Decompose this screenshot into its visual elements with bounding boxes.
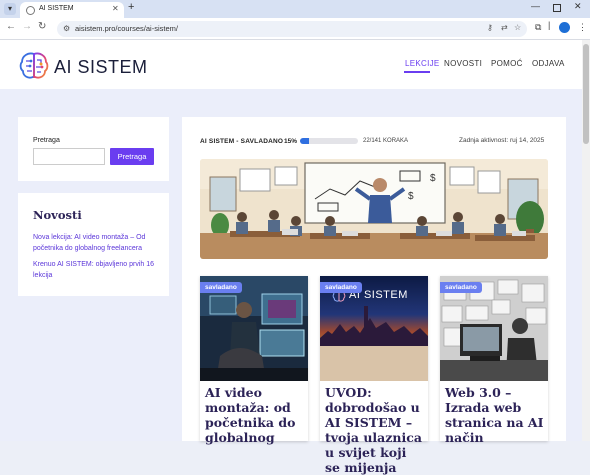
browser-menu-icon[interactable]: ⋮	[578, 22, 587, 33]
bookmark-star-icon[interactable]: ☆	[514, 23, 521, 32]
news-title: Novosti	[33, 208, 82, 222]
back-icon[interactable]: ←	[6, 21, 16, 32]
course-progress-label: AI SISTEM - SAVLADANO	[200, 138, 284, 145]
url-text[interactable]: aisistem.pro/courses/ai-sistem/	[75, 24, 178, 33]
active-menu-underline	[404, 71, 430, 73]
extensions-icon[interactable]: ⧉	[535, 22, 541, 33]
key-icon[interactable]: ⚷	[487, 23, 493, 32]
browser-toolbar: ← → ↻ ⚙ aisistem.pro/courses/ai-sistem/ …	[0, 18, 590, 40]
last-activity: Zadnja aktivnost: ruj 14, 2025	[459, 137, 545, 144]
svg-text:$: $	[408, 191, 414, 202]
progress-steps: 22/141 KORAKA	[363, 138, 409, 144]
lesson-card-title[interactable]: Web 3.0 – Izrada web stranica na AI nači…	[445, 385, 545, 445]
news-link[interactable]: Nova lekcija: AI video montaža – Od poče…	[33, 233, 163, 254]
svg-text:$: $	[430, 173, 436, 184]
divider-icon: |	[548, 20, 551, 30]
reload-icon[interactable]: ↻	[38, 21, 46, 32]
search-label: Pretraga	[33, 137, 60, 144]
site-info-icon[interactable]: ⚙	[63, 24, 70, 33]
search-button[interactable]: Pretraga	[110, 148, 154, 165]
minimize-icon[interactable]: —	[531, 1, 540, 11]
menu-pomoc[interactable]: POMOĆ	[491, 59, 523, 68]
progress-bar	[300, 138, 358, 144]
progress-percent: 15%	[284, 138, 298, 145]
completed-badge: savladano	[200, 282, 242, 293]
new-tab-icon[interactable]: +	[128, 1, 134, 13]
site-header: AI SISTEM LEKCIJE NOVOSTI POMOĆ ODJAVA	[0, 40, 582, 89]
maximize-icon[interactable]	[553, 4, 561, 12]
lesson-card-title[interactable]: UVOD: dobrodošao u AI SISTEM – tvoja ula…	[325, 385, 425, 475]
menu-novosti[interactable]: NOVOSTI	[444, 59, 482, 68]
search-widget: Pretraga Pretraga	[18, 117, 169, 181]
news-widget: Novosti Nova lekcija: AI video montaža –…	[18, 193, 169, 296]
course-banner-image: $ $	[200, 159, 548, 259]
completed-badge: savladano	[440, 282, 482, 293]
tab-title: AI SISTEM	[39, 5, 74, 12]
lesson-card-title[interactable]: AI video montaža: od početnika do global…	[205, 385, 305, 445]
lesson-card[interactable]: AI SISTEM savladano UVOD: dobrodošao u A…	[320, 276, 428, 475]
browser-tabstrip: ▾ AI SISTEM ✕ + — ✕	[0, 0, 590, 18]
profile-avatar[interactable]	[559, 22, 570, 33]
window-close-icon[interactable]: ✕	[574, 1, 582, 12]
lesson-card[interactable]: savladano Web 3.0 – Izrada web stranica …	[440, 276, 548, 445]
news-link[interactable]: Krenuo AI SISTEM: objavljeno prvih 16 le…	[33, 260, 163, 281]
brain-logo-icon[interactable]	[18, 50, 50, 82]
site-logo-text[interactable]: AI SISTEM	[54, 57, 148, 78]
progress-bar-fill	[300, 138, 309, 144]
translate-icon[interactable]: ⇄	[501, 23, 508, 32]
tab-favicon-icon	[26, 6, 35, 15]
scrollbar-thumb[interactable]	[583, 44, 589, 144]
menu-odjava[interactable]: ODJAVA	[532, 59, 565, 68]
address-bar[interactable]: ⚙ aisistem.pro/courses/ai-sistem/ ⚷ ⇄ ☆	[57, 21, 527, 37]
browser-tab[interactable]: AI SISTEM ✕	[20, 2, 124, 18]
completed-badge: savladano	[320, 282, 362, 293]
tab-close-icon[interactable]: ✕	[112, 4, 119, 13]
search-input[interactable]	[33, 148, 105, 165]
lesson-card[interactable]: savladano AI video montaža: od početnika…	[200, 276, 308, 445]
tab-search-icon[interactable]: ▾	[4, 3, 16, 15]
course-panel: AI SISTEM - SAVLADANO 15% 22/141 KORAKA …	[182, 117, 566, 475]
menu-lekcije[interactable]: LEKCIJE	[405, 59, 440, 68]
forward-icon[interactable]: →	[22, 21, 32, 32]
card-image-base	[320, 346, 428, 381]
